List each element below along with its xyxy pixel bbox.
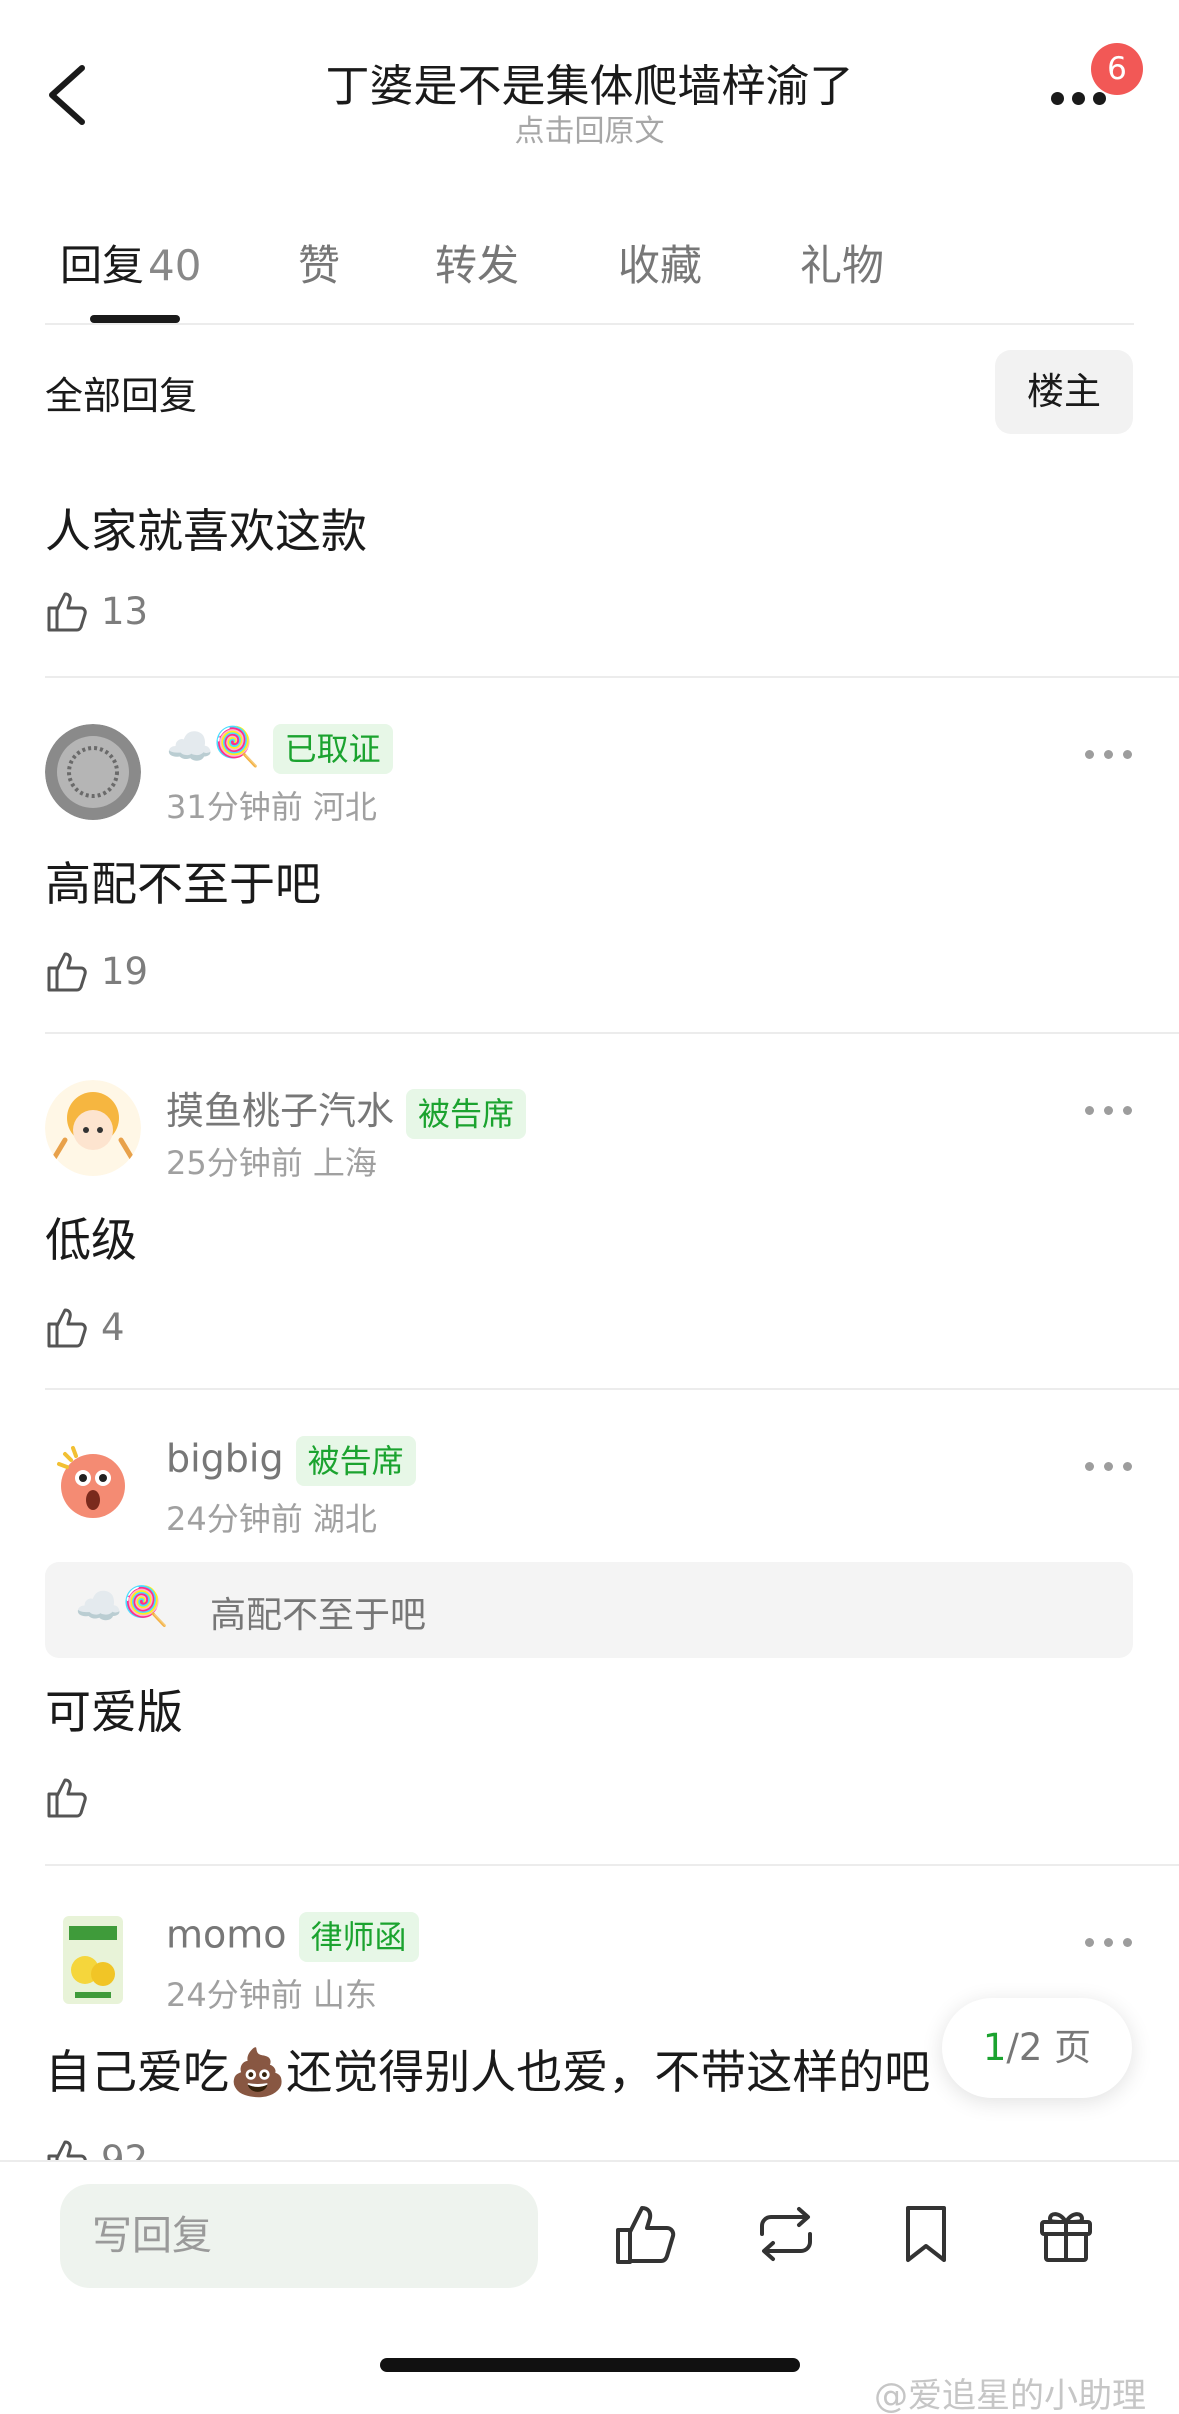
comment-text: 人家就喜欢这款 [45, 504, 367, 558]
quote-author: ☁️🍭 [75, 1584, 170, 1628]
comment-meta: 31分钟前 河北 [166, 782, 377, 828]
like-icon[interactable] [612, 2200, 680, 2268]
back-to-original-link[interactable]: 点击回原文 [0, 106, 1179, 150]
tab-gifts[interactable]: 礼物 [800, 232, 884, 293]
comment-time: 24分钟前 [166, 1976, 303, 2014]
username-text: bigbig [166, 1436, 284, 1481]
quoted-reply[interactable]: ☁️🍭 高配不至于吧 [45, 1562, 1133, 1658]
like-count: 13 [101, 590, 149, 633]
home-indicator[interactable] [380, 2358, 800, 2372]
thumbs-up-icon [47, 952, 87, 992]
active-tab-indicator [90, 315, 180, 323]
comment-username[interactable]: momo 律师函 [166, 1912, 419, 1962]
gift-icon[interactable] [1032, 2200, 1100, 2268]
username-text: momo [166, 1912, 287, 1957]
gray-ring-avatar[interactable] [45, 724, 141, 820]
username-text: ☁️🍭 [166, 724, 261, 769]
comment-text: 自己爱吃💩还觉得别人也爱，不带这样的吧 [45, 2045, 931, 2099]
comment-location: 上海 [312, 1144, 377, 1182]
comment-text: 可爱版 [45, 1685, 183, 1739]
tab-replies-label: 回复 [60, 241, 145, 290]
tab-replies-count: 40 [148, 241, 202, 290]
like-count: 19 [101, 950, 149, 993]
comment-location: 湖北 [312, 1500, 377, 1538]
comment-time: 25分钟前 [166, 1144, 303, 1182]
thumbs-up-icon [47, 1778, 87, 1818]
comment-meta: 25分钟前 上海 [166, 1138, 377, 1184]
lemon-package-avatar[interactable] [45, 1912, 141, 2008]
username-text: 摸鱼桃子汽水 [166, 1089, 395, 1133]
page-indicator[interactable]: 1/2 页 [942, 1998, 1132, 2098]
comment-username[interactable]: ☁️🍭 已取证 [166, 724, 393, 774]
all-replies-label: 全部回复 [45, 374, 198, 418]
quote-text: 高配不至于吧 [210, 1595, 427, 1636]
comment-username[interactable]: 摸鱼桃子汽水 被告席 [166, 1080, 527, 1139]
comment-meta: 24分钟前 湖北 [166, 1494, 377, 1540]
user-tag: 律师函 [298, 1912, 419, 1962]
thumbs-up-icon [47, 2140, 87, 2160]
tab-divider [45, 323, 1134, 325]
notification-badge: 6 [1091, 43, 1143, 95]
tab-favorites[interactable]: 收藏 [618, 232, 702, 293]
reply-input[interactable]: 写回复 [60, 2184, 538, 2288]
filter-row: 全部回复 楼主 [0, 340, 1179, 440]
comment-more-icon[interactable] [1085, 744, 1135, 764]
comment-list: 人家就喜欢这款 13 ☁️🍭 已取证 31分钟前 河北 高配不至于吧 19 摸鱼桃 [0, 440, 1179, 2160]
thumbs-up-icon [47, 1308, 87, 1348]
cartoon-kid-avatar[interactable] [45, 1080, 141, 1176]
user-tag: 被告席 [406, 1088, 527, 1139]
comment-more-icon[interactable] [1085, 1932, 1135, 1952]
user-tag: 被告席 [295, 1436, 416, 1486]
comment-time: 31分钟前 [166, 788, 303, 826]
comment-meta: 24分钟前 山东 [166, 1970, 377, 2016]
watermark-text: @爱追星的小助理 [874, 2376, 1146, 2414]
post-title[interactable]: 丁婆是不是集体爬墙梓渝了 [0, 50, 1179, 114]
comment-divider [45, 676, 1179, 678]
comment-more-icon[interactable] [1085, 1100, 1135, 1120]
like-count: 92 [101, 2138, 149, 2160]
comment-location: 山东 [312, 1976, 377, 2014]
shocked-face-avatar[interactable] [45, 1436, 141, 1532]
current-page: 1 [982, 2026, 1007, 2069]
comment-divider [45, 1864, 1179, 1866]
tab-replies[interactable]: 回复40 [60, 232, 201, 293]
tab-bar: 回复40 赞 转发 收藏 礼物 [0, 220, 1179, 324]
user-tag: 已取证 [272, 724, 393, 774]
like-count: 4 [101, 1306, 125, 1349]
comment-divider [45, 1032, 1179, 1034]
op-only-button[interactable]: 楼主 [995, 350, 1133, 434]
bottom-action-bar: 写回复 @爱追星的小助理 [0, 2160, 1179, 2414]
page-total: /2 页 [1006, 2026, 1092, 2069]
header-bar: 丁婆是不是集体爬墙梓渝了 点击回原文 6 [0, 0, 1179, 170]
tab-likes[interactable]: 赞 [298, 232, 340, 293]
comment-location: 河北 [312, 788, 377, 826]
thumbs-up-icon [47, 592, 87, 632]
comment-time: 24分钟前 [166, 1500, 303, 1538]
comment-text: 低级 [45, 1213, 137, 1267]
comment-divider [45, 1388, 1179, 1390]
tab-reposts[interactable]: 转发 [435, 232, 519, 293]
repost-icon[interactable] [752, 2200, 820, 2268]
comment-username[interactable]: bigbig 被告席 [166, 1436, 416, 1486]
comment-more-icon[interactable] [1085, 1456, 1135, 1476]
comment-text: 高配不至于吧 [45, 857, 321, 911]
bookmark-icon[interactable] [892, 2200, 960, 2268]
